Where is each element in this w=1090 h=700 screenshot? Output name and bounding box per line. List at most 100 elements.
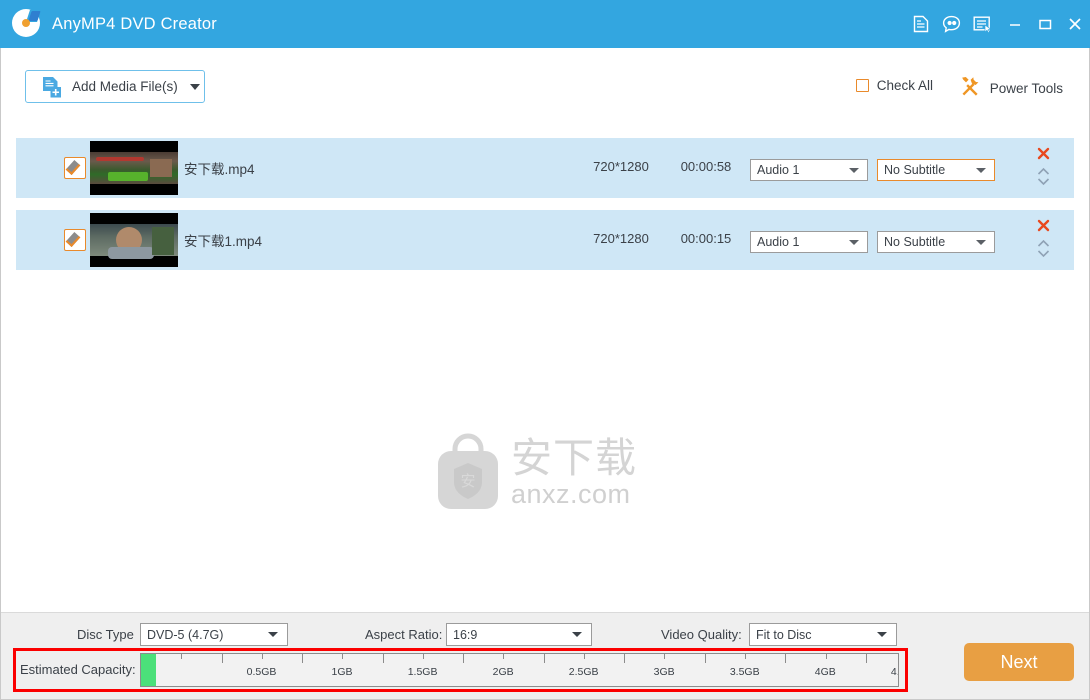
add-media-button[interactable]: Add Media File(s) — [25, 70, 205, 103]
table-row[interactable]: 安下载.mp4 720*1280 00:00:58 Audio 1 No Sub… — [16, 138, 1074, 198]
audio-track-select[interactable]: Audio 1 — [750, 159, 868, 181]
remove-file-icon[interactable] — [1037, 219, 1050, 232]
capacity-tick-minor — [503, 654, 505, 659]
app-title: AnyMP4 DVD Creator — [52, 14, 217, 33]
file-resolution: 720*1280 — [593, 231, 649, 246]
chevron-down-icon[interactable] — [976, 167, 986, 173]
capacity-tick — [463, 654, 465, 663]
capacity-tick — [302, 654, 304, 663]
capacity-tick-label: 0.5GB — [246, 666, 277, 678]
aspect-ratio-select[interactable]: 16:9 — [446, 623, 592, 646]
capacity-tick-minor — [422, 654, 424, 659]
move-up-down-icon[interactable] — [1036, 238, 1051, 260]
add-file-icon — [42, 76, 62, 98]
file-duration: 00:00:15 — [680, 231, 732, 246]
subtitle-select[interactable]: No Subtitle — [877, 159, 995, 181]
capacity-bar: 0.5GB 1GB 1.5GB 2GB 2.5GB 3GB 3.5GB 4GB 4.5GB — [140, 653, 899, 687]
subtitle-select[interactable]: No Subtitle — [877, 231, 995, 253]
watermark: 安 安下载 anxz.com — [433, 423, 663, 523]
check-all-label: Check All — [876, 78, 933, 93]
video-quality-value: Fit to Disc — [756, 627, 812, 642]
file-resolution: 720*1280 — [593, 159, 649, 174]
file-name: 安下载1.mp4 — [184, 234, 263, 249]
row-checkbox[interactable] — [64, 229, 86, 251]
check-all-checkbox[interactable]: Check All — [855, 78, 933, 93]
wrench-screwdriver-icon — [959, 75, 981, 102]
capacity-tick — [785, 654, 787, 663]
video-thumbnail — [90, 141, 178, 195]
chevron-down-icon[interactable] — [189, 83, 200, 90]
next-button-label: Next — [1000, 651, 1038, 672]
app-window: AnyMP4 DVD Creator Add Media File(s) Che… — [0, 0, 1090, 700]
chevron-down-icon[interactable] — [572, 632, 582, 637]
chevron-down-icon[interactable] — [268, 632, 278, 637]
capacity-tick — [221, 654, 223, 663]
move-up-down-icon[interactable] — [1036, 166, 1051, 188]
watermark-bag-icon: 安 — [433, 433, 503, 513]
minimize-icon[interactable] — [1000, 4, 1030, 44]
chevron-down-icon[interactable] — [877, 632, 887, 637]
capacity-tick-minor — [664, 654, 666, 659]
capacity-tick-minor — [744, 654, 746, 659]
row-checkbox[interactable] — [64, 157, 86, 179]
chevron-down-icon[interactable] — [849, 239, 859, 245]
capacity-tick-minor — [342, 654, 344, 659]
capacity-tick-label: 3GB — [653, 666, 675, 678]
capacity-tick-minor — [261, 654, 263, 659]
maximize-icon[interactable] — [1030, 4, 1060, 44]
close-icon[interactable] — [1060, 4, 1090, 44]
feedback-icon[interactable] — [936, 4, 966, 44]
check-all-box[interactable] — [855, 79, 869, 92]
remove-file-icon[interactable] — [1037, 147, 1050, 160]
capacity-tick-label: 4.5GB — [890, 666, 899, 678]
video-quality-label: Video Quality: — [661, 627, 742, 642]
disc-type-value: DVD-5 (4.7G) — [147, 627, 224, 642]
capacity-tick-label: 1GB — [331, 666, 353, 678]
capacity-tick-minor — [583, 654, 585, 659]
audio-track-value: Audio 1 — [757, 235, 800, 249]
chevron-down-icon[interactable] — [849, 167, 859, 173]
capacity-tick-label: 1.5GB — [407, 666, 438, 678]
watermark-cn-text: 安下载 — [511, 435, 637, 481]
toolbar: Add Media File(s) Check All Power Tools — [1, 48, 1089, 120]
capacity-tick — [543, 654, 545, 663]
file-name: 安下载.mp4 — [184, 162, 255, 177]
capacity-tick-label: 2GB — [492, 666, 514, 678]
capacity-tick — [704, 654, 706, 663]
audio-track-value: Audio 1 — [757, 163, 800, 177]
subtitle-value: No Subtitle — [884, 235, 946, 249]
watermark-badge-char: 安 — [460, 472, 475, 490]
aspect-ratio-value: 16:9 — [453, 627, 478, 642]
subtitle-value: No Subtitle — [884, 163, 946, 177]
watermark-en-text: anxz.com — [511, 479, 631, 509]
chevron-down-icon[interactable] — [976, 239, 986, 245]
capacity-tick — [624, 654, 626, 663]
video-quality-select[interactable]: Fit to Disc — [749, 623, 897, 646]
next-button[interactable]: Next — [964, 643, 1074, 681]
capacity-tick — [382, 654, 384, 663]
audio-track-select[interactable]: Audio 1 — [750, 231, 868, 253]
file-duration: 00:00:58 — [680, 159, 732, 174]
estimated-capacity-label: Estimated Capacity: — [20, 662, 136, 677]
anymp4-logo-icon — [12, 9, 42, 39]
file-list: 安下载.mp4 720*1280 00:00:58 Audio 1 No Sub… — [1, 120, 1089, 612]
table-row[interactable]: 安下载1.mp4 720*1280 00:00:15 Audio 1 No Su… — [16, 210, 1074, 270]
capacity-tick-minor — [825, 654, 827, 659]
capacity-tick — [865, 654, 867, 663]
disc-type-select[interactable]: DVD-5 (4.7G) — [140, 623, 288, 646]
aspect-ratio-label: Aspect Ratio: — [365, 627, 443, 642]
capacity-tick-minor — [181, 654, 183, 659]
capacity-tick-label: 3.5GB — [729, 666, 760, 678]
capacity-tick-label: 4GB — [814, 666, 836, 678]
capacity-fill — [141, 654, 157, 686]
capacity-tick-label: 2.5GB — [568, 666, 599, 678]
power-tools-button[interactable]: Power Tools — [959, 75, 1063, 102]
add-media-label: Add Media File(s) — [72, 79, 178, 94]
title-bar: AnyMP4 DVD Creator — [0, 0, 1090, 48]
register-icon[interactable] — [906, 4, 936, 44]
video-thumbnail — [90, 213, 178, 267]
window-controls — [906, 0, 1090, 48]
power-tools-label: Power Tools — [989, 81, 1063, 96]
disc-type-label: Disc Type — [77, 627, 134, 642]
menu-icon[interactable] — [966, 4, 1000, 44]
